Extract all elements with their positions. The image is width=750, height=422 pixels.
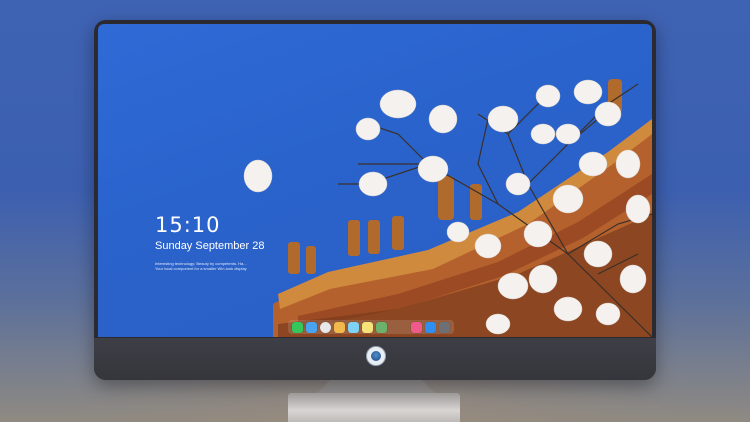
photos-icon[interactable]	[334, 321, 345, 333]
lockscreen-caption: Interesting technology: Beauty by compet…	[155, 261, 275, 271]
lockscreen-date: Sunday September 28	[155, 240, 265, 252]
wallpaper-magnolia-roof	[243, 79, 652, 337]
desktop-screen: 15:10 Sunday September 28 Interesting te…	[98, 24, 652, 337]
monitor-chin	[94, 338, 656, 380]
notes-icon[interactable]	[362, 321, 373, 333]
launchpad-icon[interactable]	[348, 321, 359, 333]
preview-icon[interactable]	[376, 321, 387, 333]
safari-icon[interactable]	[320, 321, 331, 333]
music-icon[interactable]	[411, 321, 422, 333]
camera-icon[interactable]	[439, 321, 450, 333]
finder-icon[interactable]	[306, 321, 317, 333]
monitor-stand-neck	[316, 380, 436, 394]
lockscreen-time: 15:10	[155, 213, 221, 237]
brand-logo-icon	[366, 346, 386, 366]
monitor: 15:10 Sunday September 28 Interesting te…	[94, 20, 656, 380]
monitor-stand-base	[288, 393, 460, 422]
messages-icon[interactable]	[292, 321, 303, 333]
caption-line: Your local component for a smaller Win-l…	[155, 266, 247, 271]
appstore-icon[interactable]	[425, 321, 436, 333]
dock	[288, 320, 454, 334]
